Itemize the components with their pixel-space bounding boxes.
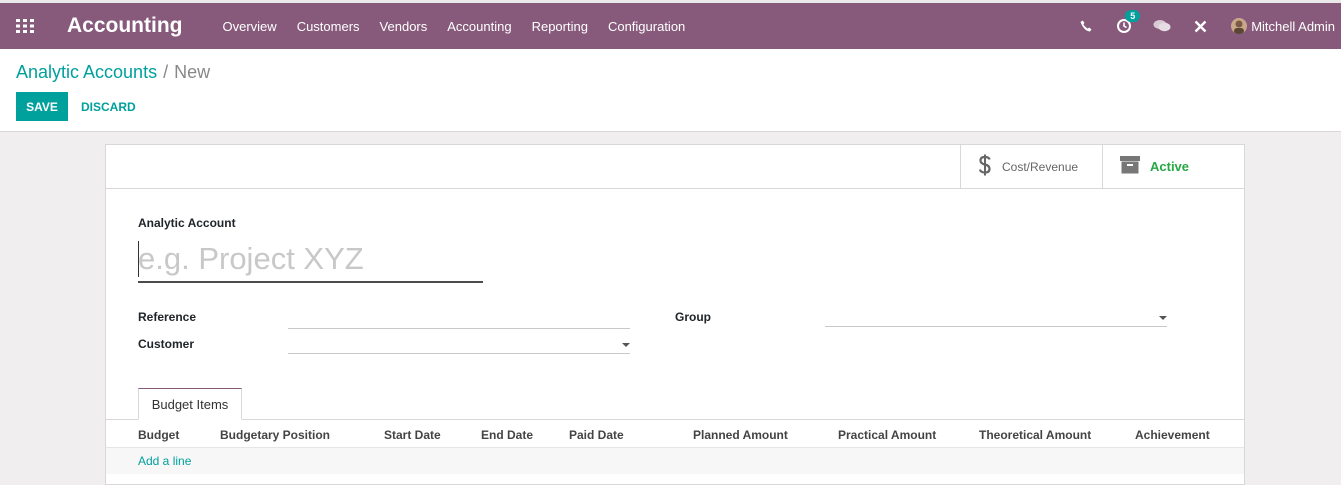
column-header-theoretical-amount[interactable]: Theoretical Amount (979, 428, 1091, 442)
budget-table-body: Add a line (106, 448, 1244, 474)
chevron-down-icon (1159, 316, 1167, 320)
chevron-down-icon (622, 343, 630, 347)
column-header-end-date[interactable]: End Date (481, 428, 533, 442)
user-menu[interactable]: Mitchell Admin (1231, 18, 1335, 34)
apps-menu-icon[interactable] (0, 3, 50, 49)
menu-item-configuration[interactable]: Configuration (608, 19, 685, 34)
active-label: Active (1150, 159, 1190, 174)
form-sheet: Cost/Revenue Active Analytic Account Ref… (105, 144, 1245, 485)
column-header-paid-date[interactable]: Paid Date (569, 428, 624, 442)
cost-revenue-label: Cost/Revenue (1002, 159, 1079, 174)
activity-clock-icon[interactable]: 5 (1105, 10, 1143, 33)
active-toggle-button[interactable]: Active (1102, 145, 1244, 188)
menu-item-reporting[interactable]: Reporting (532, 19, 588, 34)
breadcrumb-separator: / (163, 62, 169, 82)
analytic-account-name-input[interactable] (138, 237, 483, 283)
group-select[interactable] (825, 309, 1167, 327)
save-button[interactable]: SAVE (16, 92, 68, 121)
text-cursor (138, 241, 139, 277)
customer-label: Customer (138, 337, 195, 351)
breadcrumb-parent-link[interactable]: Analytic Accounts (16, 62, 157, 82)
archive-icon (1120, 156, 1140, 177)
chat-bubbles-icon[interactable] (1143, 19, 1181, 33)
reference-label: Reference (138, 310, 197, 324)
menu-item-accounting[interactable]: Accounting (447, 19, 511, 34)
app-title[interactable]: Accounting (67, 14, 183, 38)
group-label: Group (675, 310, 711, 324)
customer-select[interactable] (288, 336, 630, 354)
analytic-account-label: Analytic Account (138, 216, 236, 230)
column-header-planned-amount[interactable]: Planned Amount (693, 428, 788, 442)
column-header-practical-amount[interactable]: Practical Amount (838, 428, 936, 442)
column-header-achievement[interactable]: Achievement (1135, 428, 1210, 442)
discard-button[interactable]: DISCARD (81, 92, 136, 121)
top-navbar: Accounting Overview Customers Vendors Ac… (0, 0, 1341, 49)
avatar (1231, 18, 1248, 34)
control-panel: Analytic Accounts / New SAVE DISCARD (0, 49, 1341, 132)
menu-item-overview[interactable]: Overview (223, 19, 277, 34)
breadcrumb: Analytic Accounts / New (16, 62, 210, 83)
user-name: Mitchell Admin (1251, 18, 1335, 34)
tab-budget-items[interactable]: Budget Items (138, 388, 242, 420)
dollar-icon (978, 154, 992, 179)
add-a-line-link[interactable]: Add a line (138, 454, 191, 468)
column-header-budget[interactable]: Budget (138, 428, 179, 442)
menu-item-customers[interactable]: Customers (297, 19, 360, 34)
budget-table-header: Budget Budgetary Position Start Date End… (106, 420, 1244, 448)
phone-icon[interactable] (1067, 20, 1105, 32)
column-header-budgetary-position[interactable]: Budgetary Position (220, 428, 330, 442)
main-menu: Overview Customers Vendors Accounting Re… (223, 19, 706, 34)
activity-count-badge: 5 (1125, 10, 1141, 22)
cost-revenue-button[interactable]: Cost/Revenue (960, 145, 1102, 188)
column-header-start-date[interactable]: Start Date (384, 428, 441, 442)
smart-button-box: Cost/Revenue Active (106, 145, 1244, 189)
menu-item-vendors[interactable]: Vendors (380, 19, 428, 34)
debug-tools-icon[interactable] (1181, 20, 1219, 33)
breadcrumb-current: New (174, 62, 211, 82)
systray: 5 Mitchell Admin (1067, 3, 1341, 49)
reference-input[interactable] (288, 311, 630, 329)
